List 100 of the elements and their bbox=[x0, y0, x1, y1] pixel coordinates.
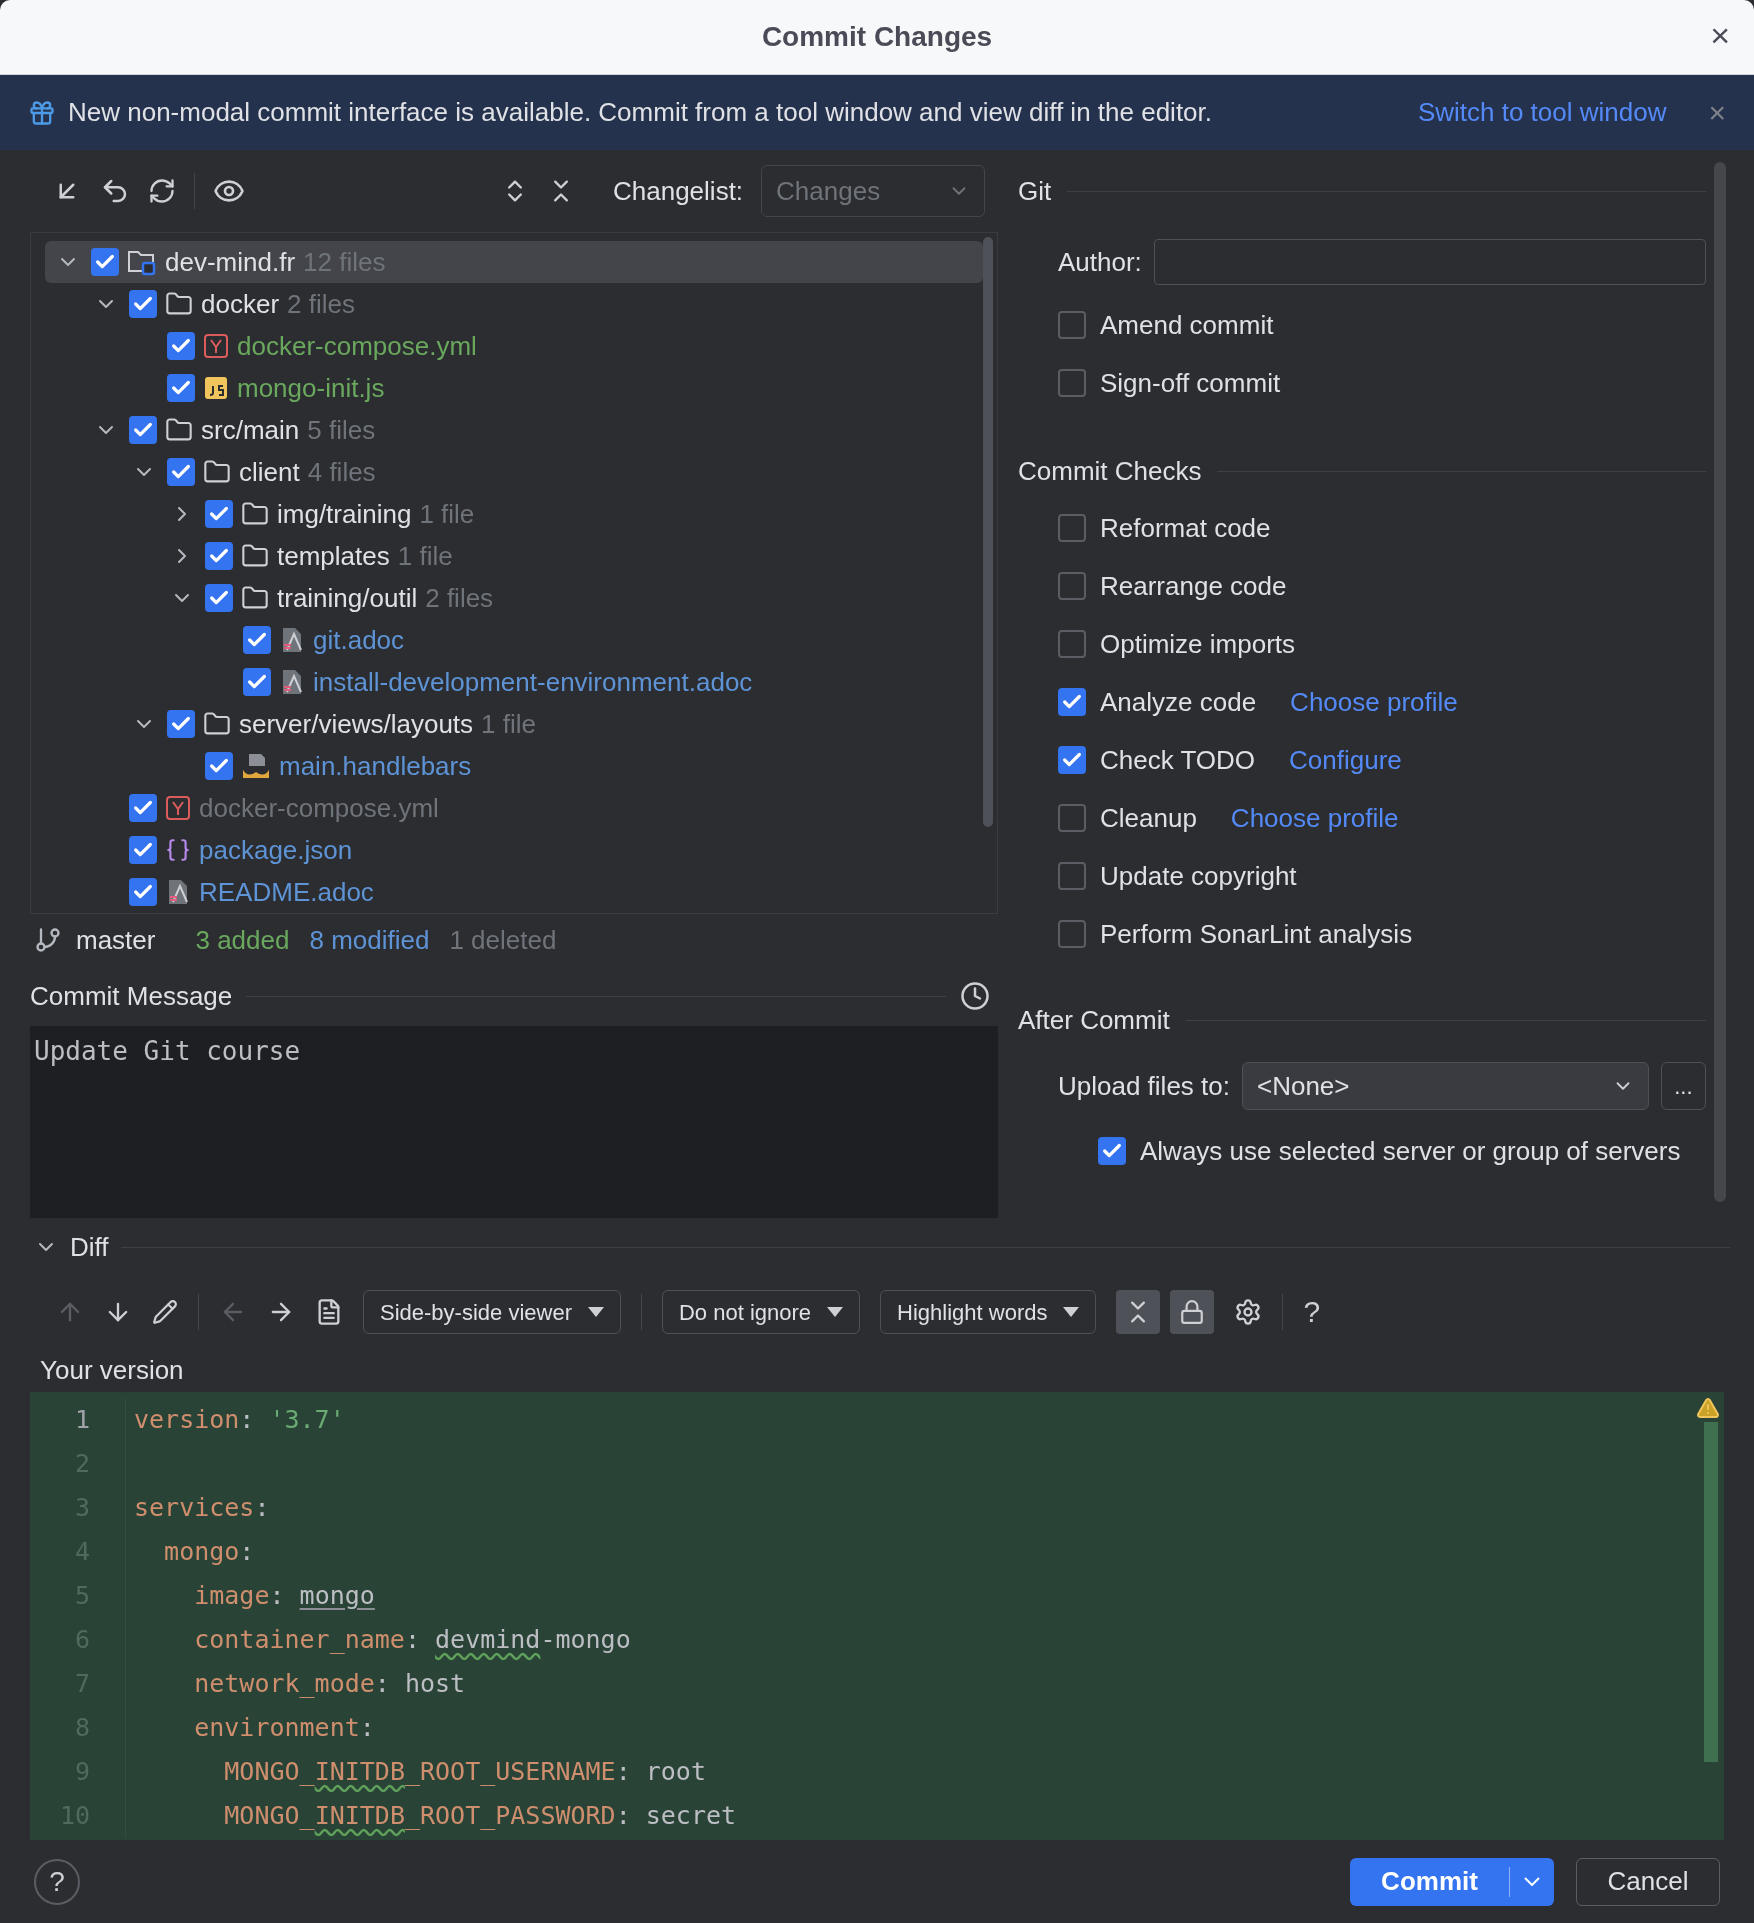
checkbox[interactable] bbox=[1058, 572, 1086, 600]
file-name: dev-mind.fr bbox=[165, 245, 296, 279]
yaml-file-icon bbox=[165, 795, 191, 821]
tree-row[interactable]: src/main 5 files bbox=[45, 409, 983, 451]
checkbox[interactable] bbox=[167, 710, 195, 738]
branch-icon bbox=[34, 926, 62, 954]
option-label[interactable]: Perform SonarLint analysis bbox=[1100, 914, 1413, 954]
option-label[interactable]: Cleanup bbox=[1100, 798, 1197, 838]
checkbox[interactable] bbox=[205, 752, 233, 780]
tree-row[interactable]: README.adoc bbox=[45, 871, 983, 913]
option-label[interactable]: Optimize imports bbox=[1100, 624, 1296, 664]
checkbox[interactable] bbox=[1058, 746, 1086, 774]
file-name: src/main bbox=[201, 413, 300, 447]
option-link[interactable]: Configure bbox=[1289, 740, 1402, 780]
checkbox[interactable] bbox=[129, 836, 157, 864]
checkbox[interactable] bbox=[1098, 1137, 1126, 1165]
commit-button[interactable]: Commit bbox=[1350, 1857, 1554, 1906]
commit-message-field[interactable]: Update Git course bbox=[30, 1026, 998, 1218]
tree-row[interactable]: client 4 files bbox=[45, 451, 983, 493]
dropdown[interactable]: Side-by-side viewer bbox=[363, 1290, 621, 1334]
checkbox[interactable] bbox=[1058, 514, 1086, 542]
history-icon[interactable] bbox=[960, 981, 990, 1011]
tree-row[interactable]: mongo-init.js bbox=[45, 367, 983, 409]
checkbox[interactable] bbox=[167, 374, 195, 402]
edit-icon[interactable] bbox=[152, 1299, 178, 1325]
checkbox[interactable] bbox=[129, 794, 157, 822]
checkbox[interactable] bbox=[205, 542, 233, 570]
cancel-button[interactable]: Cancel bbox=[1576, 1857, 1720, 1906]
caret-icon bbox=[587, 1307, 604, 1317]
commit-message-label: Commit Message bbox=[30, 979, 233, 1013]
tree-row[interactable]: training/outil 2 files bbox=[45, 577, 983, 619]
tree-row[interactable]: main.handlebars bbox=[45, 745, 983, 787]
tree-row[interactable]: git.adoc bbox=[45, 619, 983, 661]
lock-toggle[interactable] bbox=[1170, 1290, 1215, 1334]
dropdown[interactable]: Highlight words bbox=[880, 1290, 1097, 1334]
option-label[interactable]: Amend commit bbox=[1100, 305, 1274, 345]
checkbox[interactable] bbox=[1058, 311, 1086, 339]
collapse-toggle[interactable] bbox=[1116, 1290, 1161, 1334]
checkbox[interactable] bbox=[243, 626, 271, 654]
scrollbar[interactable] bbox=[1704, 1422, 1718, 1762]
option-link[interactable]: Choose profile bbox=[1290, 682, 1458, 722]
tree-row[interactable]: install-development-environment.adoc bbox=[45, 661, 983, 703]
tree-row[interactable]: package.json bbox=[45, 829, 983, 871]
file-name: README.adoc bbox=[199, 875, 374, 909]
checkbox[interactable] bbox=[167, 332, 195, 360]
checkbox[interactable] bbox=[1058, 862, 1086, 890]
checkbox[interactable] bbox=[1058, 804, 1086, 832]
tree-row[interactable]: templates 1 file bbox=[45, 535, 983, 577]
browse-button[interactable]: ... bbox=[1660, 1062, 1706, 1110]
option-label[interactable]: Check TODO bbox=[1100, 740, 1256, 780]
option-label[interactable]: Sign-off commit bbox=[1100, 363, 1281, 403]
checkbox[interactable] bbox=[91, 248, 119, 276]
author-field[interactable] bbox=[1153, 239, 1706, 285]
checkbox[interactable] bbox=[129, 290, 157, 318]
option-label[interactable]: Reformat code bbox=[1100, 508, 1271, 548]
option-label[interactable]: Always use selected server or group of servers bbox=[1140, 1131, 1681, 1171]
option-link[interactable]: Choose profile bbox=[1230, 798, 1399, 838]
option-label[interactable]: Analyze code bbox=[1100, 682, 1257, 722]
change-count: 1 deleted bbox=[449, 923, 557, 957]
tree-row[interactable]: docker 2 files bbox=[45, 283, 983, 325]
module-folder-icon bbox=[127, 248, 157, 276]
pane-title: Your version bbox=[40, 1353, 184, 1387]
file-name: img/training bbox=[277, 497, 412, 531]
option-label[interactable]: Rearrange code bbox=[1100, 566, 1287, 606]
handlebars-file-icon bbox=[241, 752, 271, 780]
checkbox[interactable] bbox=[167, 458, 195, 486]
checkbox[interactable] bbox=[205, 584, 233, 612]
lock-icon bbox=[1179, 1299, 1206, 1325]
file-count: 1 file bbox=[481, 707, 536, 741]
dropdown[interactable]: Do not ignore bbox=[661, 1290, 861, 1334]
line-number: 1 bbox=[73, 1404, 90, 1437]
settings-icon[interactable] bbox=[1234, 1298, 1263, 1326]
scrollbar[interactable] bbox=[983, 237, 993, 827]
close-button[interactable]: × bbox=[1710, 18, 1730, 52]
tree-row[interactable]: docker-compose.yml bbox=[45, 325, 983, 367]
checkbox[interactable] bbox=[129, 416, 157, 444]
checkbox[interactable] bbox=[1058, 369, 1086, 397]
switch-link[interactable]: Switch to tool window bbox=[1417, 93, 1667, 132]
file-count: 5 files bbox=[307, 413, 376, 447]
upload-label: Upload files to: bbox=[1058, 1069, 1230, 1103]
file-name: main.handlebars bbox=[279, 749, 472, 783]
file-name: install-development-environment.adoc bbox=[313, 665, 753, 699]
option-label[interactable]: Update copyright bbox=[1100, 856, 1297, 896]
checkbox[interactable] bbox=[1058, 688, 1086, 716]
tree-row[interactable]: server/views/layouts 1 file bbox=[45, 703, 983, 745]
checkbox[interactable] bbox=[129, 878, 157, 906]
help-button[interactable]: ? bbox=[1303, 1297, 1321, 1327]
upload-dropdown[interactable]: <None> bbox=[1242, 1062, 1649, 1110]
json-file-icon bbox=[165, 837, 191, 863]
tree-row[interactable]: img/training 1 file bbox=[45, 493, 983, 535]
caret-icon bbox=[1063, 1307, 1080, 1317]
checkbox[interactable] bbox=[1058, 920, 1086, 948]
code-line: image: mongo bbox=[193, 1580, 375, 1613]
checkbox[interactable] bbox=[1058, 630, 1086, 658]
checkbox[interactable] bbox=[205, 500, 233, 528]
help-button[interactable]: ? bbox=[34, 1858, 80, 1905]
refresh-icon[interactable] bbox=[148, 177, 176, 205]
window-title: Commit Changes bbox=[761, 20, 993, 54]
checkbox[interactable] bbox=[243, 668, 271, 696]
scrollbar[interactable] bbox=[1714, 162, 1726, 1202]
